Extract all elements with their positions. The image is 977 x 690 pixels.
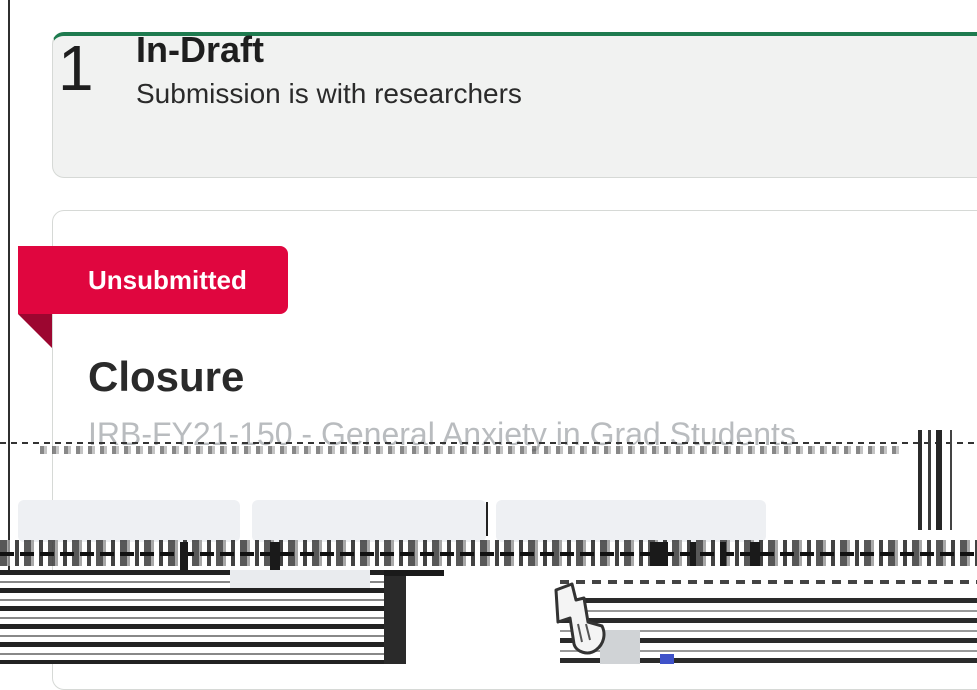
- rendering-artifacts: [0, 430, 977, 664]
- status-badge-fold: [18, 314, 52, 348]
- status-count: 1: [58, 32, 94, 104]
- hand-pointer-icon: [554, 582, 606, 655]
- status-badge-label: Unsubmitted: [88, 265, 247, 295]
- status-badge: Unsubmitted: [18, 246, 288, 314]
- status-description: Submission is with researchers: [136, 78, 522, 109]
- submission-title[interactable]: Closure: [88, 352, 244, 402]
- status-label[interactable]: In-Draft: [136, 30, 264, 70]
